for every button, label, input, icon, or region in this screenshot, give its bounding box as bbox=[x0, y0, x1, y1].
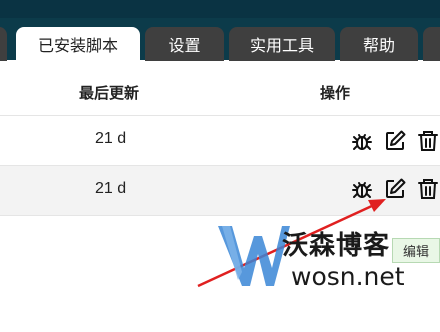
last-updated-cell: 21 d bbox=[95, 180, 127, 197]
watermark-logo bbox=[218, 226, 290, 286]
tab-settings[interactable]: 设置 bbox=[145, 27, 224, 61]
tab-utilities[interactable]: 实用工具 bbox=[229, 27, 335, 61]
tab-help[interactable]: 帮助 bbox=[340, 27, 418, 61]
watermark-title: 沃森博客 bbox=[282, 231, 391, 261]
tab-partial-left[interactable] bbox=[0, 27, 7, 61]
edit-icon[interactable] bbox=[383, 177, 407, 201]
top-bar-strip bbox=[0, 0, 440, 18]
last-updated-cell: 21 d bbox=[95, 130, 127, 147]
tab-partial-right[interactable] bbox=[423, 27, 440, 61]
watermark-url: wosn.net bbox=[291, 262, 405, 291]
column-header-last-updated[interactable]: 最后更新 bbox=[79, 82, 139, 103]
bug-icon[interactable] bbox=[350, 129, 374, 153]
edit-tooltip: 编辑 bbox=[392, 238, 440, 263]
tab-installed-scripts[interactable]: 已安装脚本 bbox=[16, 27, 140, 61]
table-row: 21 d bbox=[0, 116, 440, 166]
trash-icon[interactable] bbox=[416, 177, 440, 201]
table-row: 21 d bbox=[0, 166, 440, 216]
trash-icon[interactable] bbox=[416, 129, 440, 153]
bug-icon[interactable] bbox=[350, 177, 374, 201]
edit-icon[interactable] bbox=[383, 129, 407, 153]
table-header: 最后更新 操作 bbox=[0, 62, 440, 116]
column-header-actions: 操作 bbox=[320, 84, 351, 102]
